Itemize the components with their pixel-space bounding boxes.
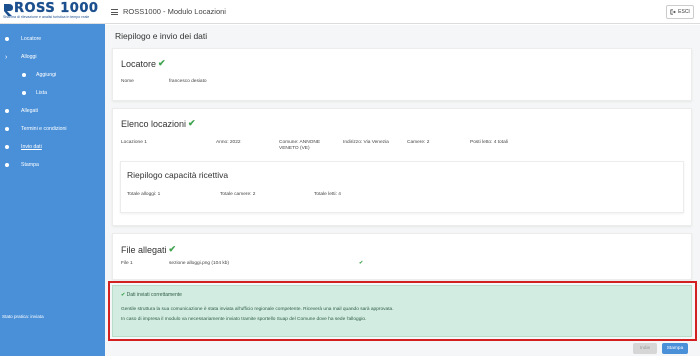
check-icon: ✔: [188, 118, 196, 128]
sidebar-item-label: Invio dati: [21, 144, 42, 150]
locazione-posti: Posti letto: 4 totali: [470, 140, 508, 145]
page-title: Riepilogo e invio dei dati: [115, 31, 208, 41]
dot-icon: [22, 91, 26, 95]
top-bar: ROSS1000 - Modulo Locazioni ESCI: [105, 0, 700, 24]
total-letti: Totale letti: 4: [314, 192, 341, 197]
locazioni-title: Elenco locazioni ✔: [121, 118, 196, 129]
total-camere: Totale camere: 2: [220, 192, 256, 197]
chevron-right-icon: ›: [5, 53, 8, 61]
locazione-indirizzo: Indirizzo: Via Venezia: [343, 140, 389, 145]
app-title: ROSS1000 - Modulo Locazioni: [123, 7, 226, 16]
capacita-title: Riepilogo capacità ricettiva: [127, 170, 229, 180]
locazioni-card: Elenco locazioni ✔ Locazione 1 Anno: 202…: [112, 108, 692, 226]
check-icon: ✔: [168, 244, 177, 254]
locatore-card: Locatore ✔ Nome francesco desiato: [112, 48, 692, 101]
dot-icon: [5, 163, 9, 167]
exit-button[interactable]: ESCI: [666, 5, 694, 19]
sidebar-item-label: Lista: [36, 90, 47, 96]
sidebar-item-locatore[interactable]: Locatore: [0, 30, 105, 48]
allegati-card: File allegati ✔ File 1 sezione alloggi.p…: [112, 233, 692, 280]
name-label: Nome: [121, 79, 134, 84]
sidebar-item-label: Locatore: [21, 36, 42, 42]
locazione-camere: Camere: 2: [407, 140, 430, 145]
check-icon: ✔: [359, 261, 364, 266]
sidebar-item-label: Alloggi: [21, 54, 37, 60]
file-value[interactable]: sezione alloggi.png (104 kb): [169, 261, 229, 267]
logout-icon: [670, 9, 676, 15]
back-button[interactable]: Indie: [633, 343, 657, 354]
sidebar-item-aggiungi[interactable]: Aggiungi: [0, 66, 105, 84]
locazione-comune: Comune: ANNONE VENETO (VE): [279, 140, 321, 151]
total-alloggi: Totale alloggi: 1: [127, 192, 161, 197]
sidebar: ROSS 1000 Sistema di rilevazione e anali…: [0, 0, 105, 356]
sidebar-item-allegati[interactable]: Allegati: [0, 102, 105, 120]
sidebar-item-invio-dati[interactable]: Invio dati: [0, 138, 105, 156]
allegati-title: File allegati ✔: [121, 244, 177, 255]
brand-logo[interactable]: ROSS 1000 Sistema di rilevazione e anali…: [0, 0, 105, 24]
file-label: File 1: [121, 261, 133, 266]
sidebar-item-label: Aggiungi: [36, 72, 57, 78]
exit-label: ESCI: [678, 9, 690, 15]
practice-status: Stato pratica: inviata: [2, 314, 44, 319]
dot-icon: [22, 73, 26, 77]
brand-name: ROSS 1000: [14, 1, 99, 16]
highlight-frame: [108, 281, 697, 341]
dot-icon: [5, 109, 9, 113]
sidebar-item-stampa[interactable]: Stampa: [0, 156, 105, 174]
print-button[interactable]: Stampa: [662, 343, 688, 354]
menu-icon[interactable]: [111, 9, 118, 15]
locazione-name: Locazione 1: [121, 140, 147, 145]
sidebar-item-lista[interactable]: Lista: [0, 84, 105, 102]
check-icon: ✔: [158, 58, 166, 68]
brand-subtitle: Sistema di rilevazione e analisi turisti…: [3, 15, 90, 19]
dot-icon: [5, 37, 9, 41]
sidebar-item-label: Allegati: [21, 108, 39, 114]
dot-icon: [5, 145, 9, 149]
capacita-card: Riepilogo capacità ricettiva Totale allo…: [120, 161, 684, 213]
main-content: Riepilogo e invio dei dati Locatore ✔ No…: [105, 25, 700, 356]
sidebar-item-label: Stampa: [21, 162, 39, 168]
sidebar-item-label: Termini e condizioni: [21, 126, 67, 132]
sidebar-item-termini[interactable]: Termini e condizioni: [0, 120, 105, 138]
locazione-anno: Anno: 2022: [216, 140, 241, 145]
locatore-title: Locatore ✔: [121, 58, 166, 69]
dot-icon: [5, 127, 9, 131]
name-value: francesco desiato: [169, 79, 207, 84]
sidebar-item-alloggi[interactable]: › Alloggi: [0, 48, 105, 66]
sidebar-nav: Locatore › Alloggi Aggiungi Lista Allega…: [0, 30, 105, 174]
